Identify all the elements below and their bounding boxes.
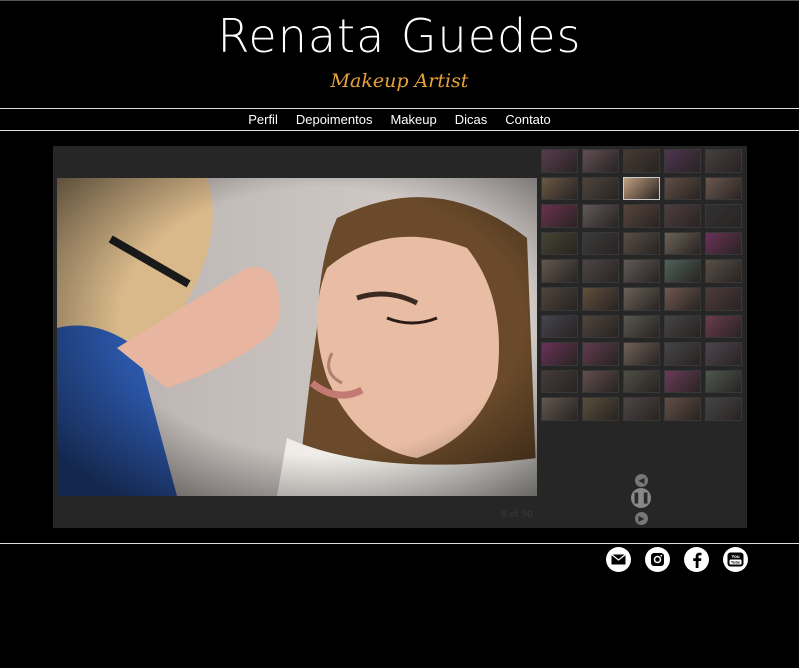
- gallery-thumbnail[interactable]: [664, 369, 701, 394]
- slide-counter: 8 of 50: [501, 510, 533, 520]
- gallery-thumbnail[interactable]: [582, 204, 619, 228]
- gallery-thumbnail[interactable]: [582, 231, 619, 256]
- gallery-thumbnail[interactable]: [705, 314, 742, 339]
- gallery-thumbnail[interactable]: [541, 231, 578, 256]
- gallery-thumbnail[interactable]: [541, 204, 578, 228]
- nav-item-depoimentos[interactable]: Depoimentos: [296, 110, 373, 130]
- gallery-thumbnail[interactable]: [541, 149, 578, 173]
- previous-icon[interactable]: ◀: [635, 474, 648, 487]
- gallery-thumbnail[interactable]: [582, 259, 619, 283]
- gallery-thumbnail[interactable]: [623, 176, 660, 201]
- gallery-thumbnail[interactable]: [623, 314, 660, 339]
- gallery-thumbnail[interactable]: [705, 149, 742, 173]
- gallery-thumbnail[interactable]: [664, 204, 701, 228]
- nav-top-divider: [0, 108, 799, 109]
- gallery-thumbnail[interactable]: [705, 204, 742, 228]
- gallery-thumbnail[interactable]: [705, 286, 742, 311]
- gallery-thumbnail[interactable]: [705, 176, 742, 201]
- pause-icon[interactable]: ❚❚: [631, 488, 651, 508]
- gallery-thumbnail[interactable]: [541, 397, 578, 421]
- gallery-thumbnail[interactable]: [664, 149, 701, 173]
- gallery-thumbnail[interactable]: [541, 286, 578, 311]
- gallery-thumbnail[interactable]: [582, 149, 619, 173]
- gallery-thumbnail[interactable]: [623, 149, 660, 173]
- gallery-thumbnail[interactable]: [664, 286, 701, 311]
- gallery-thumbnail[interactable]: [582, 342, 619, 366]
- gallery-thumbnail[interactable]: [664, 176, 701, 201]
- photo-gallery: 8 of 50 ◀ ❚❚ ▶: [53, 146, 747, 528]
- gallery-thumbnail[interactable]: [623, 286, 660, 311]
- main-photo[interactable]: [57, 178, 537, 496]
- nav-bottom-divider: [0, 130, 799, 131]
- gallery-thumbnail[interactable]: [623, 204, 660, 228]
- site-header: Renata Guedes Makeup Artist: [0, 0, 799, 108]
- site-title: Renata Guedes: [217, 9, 582, 63]
- gallery-thumbnail[interactable]: [623, 231, 660, 256]
- gallery-thumbnail[interactable]: [582, 397, 619, 421]
- gallery-thumbnail[interactable]: [705, 397, 742, 421]
- gallery-thumbnail[interactable]: [623, 259, 660, 283]
- gallery-thumbnail[interactable]: [664, 314, 701, 339]
- next-icon[interactable]: ▶: [635, 512, 648, 525]
- gallery-thumbnail[interactable]: [541, 369, 578, 394]
- gallery-thumbnail[interactable]: [623, 369, 660, 394]
- gallery-thumbnail[interactable]: [623, 397, 660, 421]
- mail-icon[interactable]: [606, 547, 631, 572]
- nav-item-dicas[interactable]: Dicas: [455, 110, 488, 130]
- site-subtitle: Makeup Artist: [330, 70, 469, 92]
- gallery-thumbnail[interactable]: [705, 342, 742, 366]
- gallery-thumbnail[interactable]: [664, 397, 701, 421]
- gallery-thumbnail[interactable]: [541, 314, 578, 339]
- nav-item-contato[interactable]: Contato: [505, 110, 551, 130]
- gallery-thumbnail[interactable]: [705, 231, 742, 256]
- svg-text:Tube: Tube: [731, 560, 741, 565]
- gallery-thumbnail[interactable]: [582, 369, 619, 394]
- gallery-thumbnail[interactable]: [705, 369, 742, 394]
- nav-item-makeup[interactable]: Makeup: [390, 110, 436, 130]
- facebook-icon[interactable]: [684, 547, 709, 572]
- thumbnail-grid: [541, 149, 745, 421]
- main-photo-image: [57, 178, 537, 496]
- gallery-thumbnail[interactable]: [541, 342, 578, 366]
- gallery-thumbnail[interactable]: [541, 176, 578, 201]
- footer-divider: [0, 543, 799, 544]
- gallery-thumbnail[interactable]: [664, 259, 701, 283]
- gallery-thumbnail[interactable]: [705, 259, 742, 283]
- gallery-thumbnail[interactable]: [582, 286, 619, 311]
- gallery-thumbnail[interactable]: [541, 259, 578, 283]
- gallery-thumbnail[interactable]: [582, 176, 619, 201]
- main-nav: Perfil Depoimentos Makeup Dicas Contato: [0, 110, 799, 130]
- gallery-thumbnail[interactable]: [664, 342, 701, 366]
- gallery-thumbnail[interactable]: [664, 231, 701, 256]
- gallery-thumbnail[interactable]: [623, 342, 660, 366]
- social-links: You Tube: [606, 547, 748, 572]
- instagram-icon[interactable]: [645, 547, 670, 572]
- youtube-icon[interactable]: You Tube: [723, 547, 748, 572]
- svg-text:You: You: [731, 554, 739, 559]
- nav-item-perfil[interactable]: Perfil: [248, 110, 278, 130]
- gallery-thumbnail[interactable]: [582, 314, 619, 339]
